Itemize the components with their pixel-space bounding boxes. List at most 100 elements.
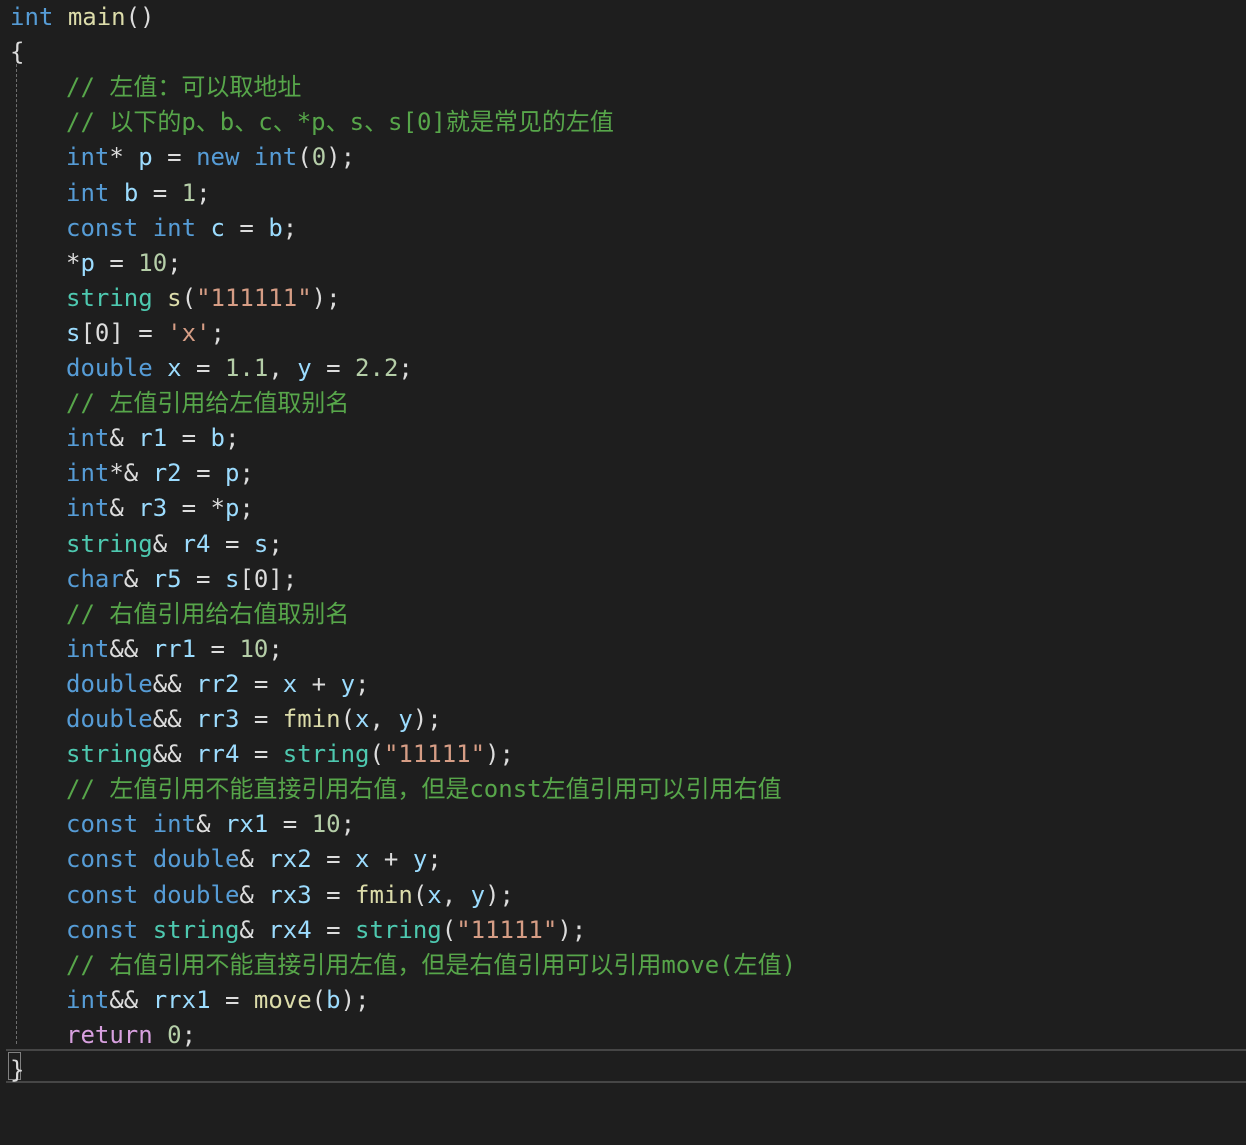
code-token: int	[66, 143, 110, 172]
code-token: [0] =	[80, 318, 168, 347]
code-line[interactable]: // 左值：可以取地址	[66, 70, 301, 105]
code-line[interactable]: const double& rx2 = x + y;	[66, 842, 442, 877]
code-line[interactable]: }	[10, 1053, 24, 1088]
code-token: 10	[311, 810, 341, 839]
code-line[interactable]: int* p = new int(0);	[66, 140, 355, 175]
code-token: ,	[441, 880, 471, 909]
code-token: (	[311, 985, 327, 1014]
code-token: 10	[138, 248, 168, 277]
code-token: y	[340, 669, 356, 698]
code-token: int	[66, 459, 110, 488]
code-token: p	[138, 143, 153, 172]
code-token: int	[152, 810, 197, 839]
code-line[interactable]: // 左值引用不能直接引用右值，但是const左值引用可以引用右值	[66, 772, 782, 807]
code-token: s	[66, 318, 81, 347]
code-token: string	[152, 915, 240, 944]
code-token: int	[253, 143, 298, 172]
code-line[interactable]: int& r3 = *p;	[66, 491, 254, 526]
code-token: ;	[181, 1020, 197, 1049]
code-line[interactable]: string s("111111");	[66, 281, 341, 316]
code-token: r1	[138, 424, 168, 453]
code-token: (	[181, 283, 197, 312]
code-token: main	[67, 3, 126, 31]
code-token: const	[66, 810, 139, 839]
code-token: ()	[125, 3, 155, 31]
code-token: x	[355, 705, 370, 733]
code-token: =	[167, 424, 211, 453]
code-line[interactable]: const int c = b;	[66, 211, 297, 246]
code-token: double	[152, 845, 240, 874]
code-token: return	[66, 1020, 153, 1049]
code-token: rx1	[224, 810, 269, 839]
code-token: ,	[268, 354, 298, 382]
code-line[interactable]: int b = 1;	[66, 176, 211, 211]
code-token: s	[167, 283, 182, 312]
code-token: );	[326, 143, 356, 172]
code-token: c	[210, 213, 225, 242]
code-line[interactable]: // 右值引用给右值取别名	[66, 597, 349, 632]
code-token: =	[94, 248, 139, 277]
code-token: s	[224, 564, 240, 593]
code-line[interactable]: string& r4 = s;	[66, 527, 283, 562]
code-line[interactable]: const string& rx4 = string("11111");	[66, 913, 586, 948]
code-line[interactable]: int main()	[10, 0, 155, 35]
code-line[interactable]: int&& rr1 = 10;	[66, 632, 283, 667]
code-token: =	[239, 705, 283, 733]
code-token: ;	[239, 459, 254, 488]
code-token: =	[210, 985, 254, 1014]
code-token: {	[10, 38, 25, 67]
code-line[interactable]: // 左值引用给左值取别名	[66, 386, 349, 421]
code-line[interactable]: s[0] = 'x';	[66, 316, 225, 351]
code-token: =	[181, 459, 225, 488]
code-token: =	[268, 810, 312, 839]
code-line[interactable]: const int& rx1 = 10;	[66, 807, 355, 842]
code-token: 1	[181, 178, 197, 207]
code-line[interactable]: string&& rr4 = string("11111");	[66, 737, 514, 772]
code-line[interactable]: double&& rr3 = fmin(x, y);	[66, 702, 442, 737]
code-token: x	[167, 354, 182, 382]
code-token: double	[66, 354, 153, 382]
code-line[interactable]: int& r1 = b;	[66, 421, 239, 456]
code-token: // 右值引用不能直接引用左值，但是右值引用可以引用move(左值)	[66, 950, 797, 979]
code-token: rx4	[268, 915, 312, 944]
code-token: b	[210, 424, 225, 453]
code-token: // 左值引用不能直接引用右值，但是const左值引用可以引用右值	[66, 775, 782, 804]
code-editor[interactable]: int main() { // 左值：可以取地址 // 以下的p、b、c、*p、s、s…	[0, 0, 1246, 1145]
code-token: *	[66, 248, 81, 277]
code-token: &	[239, 845, 269, 874]
code-line[interactable]: return 0;	[66, 1018, 196, 1053]
code-token: =	[210, 529, 254, 558]
code-line[interactable]: int&& rrx1 = move(b);	[66, 983, 369, 1018]
code-token: &&	[152, 740, 197, 769]
code-token: =	[311, 845, 356, 874]
code-token: (	[369, 740, 384, 769]
code-line[interactable]: // 右值引用不能直接引用左值，但是右值引用可以引用move(左值)	[66, 948, 796, 983]
code-token: +	[297, 669, 341, 698]
code-token: ;	[268, 529, 283, 558]
code-line[interactable]: int*& r2 = p;	[66, 456, 254, 491]
code-token: );	[412, 705, 442, 733]
code-token: p	[224, 494, 240, 523]
code-token: &	[152, 529, 182, 558]
code-line[interactable]: // 以下的p、b、c、*p、s、s[0]就是常见的左值	[66, 105, 614, 140]
code-token: fmin	[282, 705, 341, 733]
code-token: int	[66, 985, 110, 1014]
code-line[interactable]: *p = 10;	[66, 246, 182, 281]
code-token: &&	[109, 634, 153, 663]
code-token: double	[66, 705, 153, 733]
indent-guide	[16, 64, 17, 1044]
code-line[interactable]: double&& rr2 = x + y;	[66, 667, 370, 702]
code-line[interactable]: {	[10, 35, 24, 70]
code-token: ;	[340, 810, 356, 839]
code-token: x	[282, 669, 298, 698]
code-line[interactable]: char& r5 = s[0];	[66, 562, 297, 597]
current-line-highlight	[6, 1049, 1246, 1083]
code-token: ;	[398, 354, 413, 382]
code-token: ;	[196, 178, 211, 207]
code-line[interactable]: const double& rx3 = fmin(x, y);	[66, 878, 514, 913]
code-line[interactable]: double x = 1.1, y = 2.2;	[66, 351, 413, 386]
